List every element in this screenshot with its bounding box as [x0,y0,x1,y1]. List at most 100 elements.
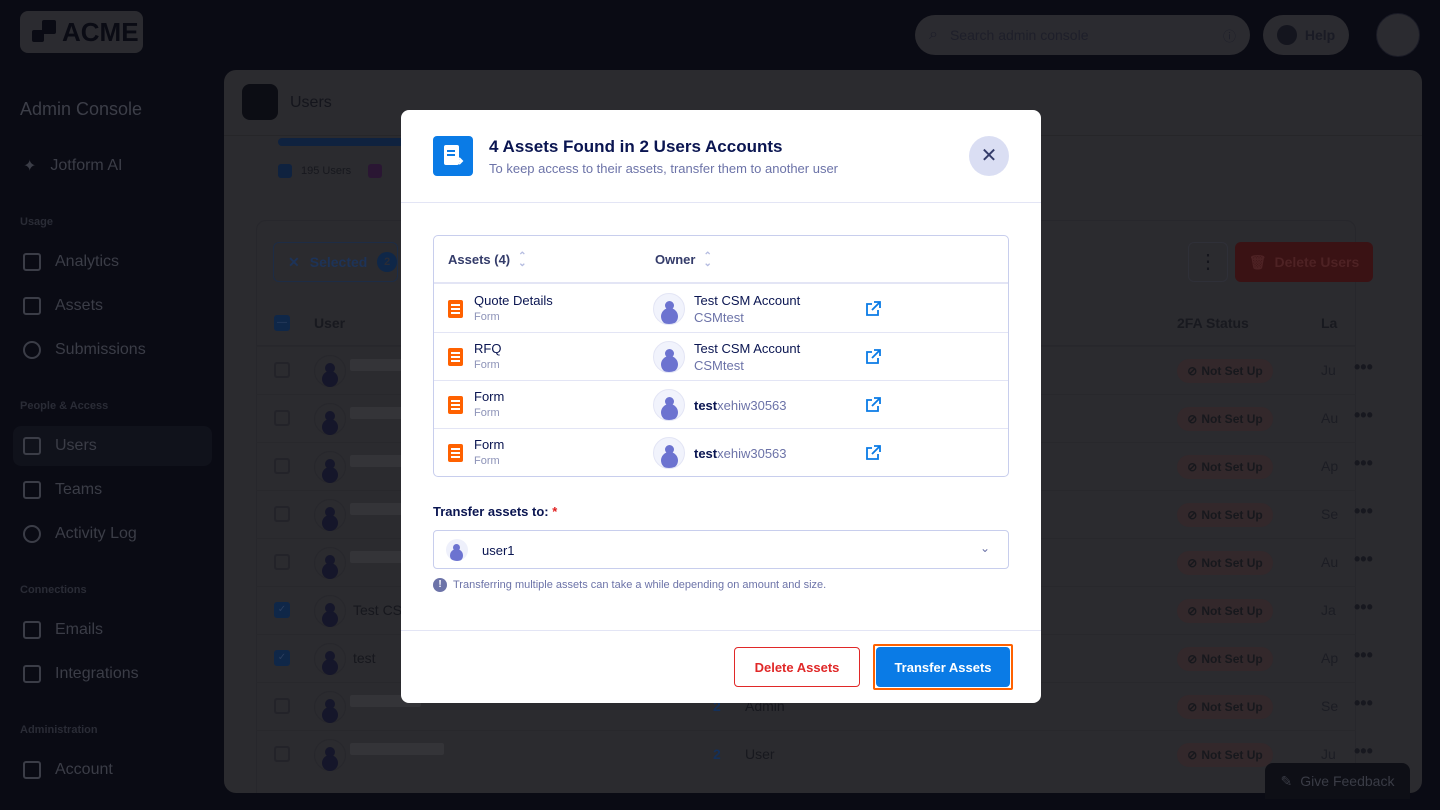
asset-name: RFQ [474,341,501,356]
row-checkbox[interactable]: ✓ [274,650,290,666]
close-button[interactable]: ✕ [969,136,1009,176]
user-avatar-icon [314,739,346,771]
row-checkbox[interactable] [274,458,290,474]
acme-logo[interactable]: ACME [20,11,143,53]
sidebar-item-users[interactable]: Users [13,426,212,466]
form-icon [448,300,463,318]
col-2fa-status[interactable]: 2FA Status [1177,315,1249,331]
row-actions-button[interactable]: ••• [1354,597,1373,618]
transfer-user-select[interactable]: user1 ⌄ [433,530,1009,569]
row-checkbox[interactable] [274,746,290,762]
delete-users-button[interactable]: 🗑Delete Users [1235,242,1373,282]
search-bar[interactable]: ⌕ Search admin console ⓘ [915,15,1250,55]
selected-user: user1 [482,543,515,558]
row-checkbox[interactable]: ✓ [274,602,290,618]
sidebar-item-jotform-ai[interactable]: ✦Jotform AI [13,146,212,186]
help-button[interactable]: Help [1263,15,1349,55]
last-login: Ju [1321,362,1336,378]
sort-icon: ⌃⌄ [703,253,711,267]
give-feedback-button[interactable]: ✎Give Feedback [1265,763,1410,799]
transfer-assets-button[interactable]: Transfer Assets [876,647,1010,687]
status-text: Not Set Up [1201,508,1262,522]
col-user[interactable]: User [314,315,345,331]
row-checkbox[interactable] [274,506,290,522]
transfer-assets-modal: 4 Assets Found in 2 Users Accounts To ke… [401,110,1041,703]
owner-username: CSMtest [694,358,744,373]
sidebar-item-analytics[interactable]: Analytics [13,242,212,282]
modal-subtitle: To keep access to their assets, transfer… [489,161,838,176]
logo-text: ACME [62,17,139,48]
more-options-button[interactable]: ⋮ [1188,242,1228,282]
row-checkbox[interactable] [274,362,290,378]
row-checkbox[interactable] [274,698,290,714]
user-name: test [353,650,376,666]
selected-count-badge: 2 [377,252,397,272]
row-actions-button[interactable]: ••• [1354,645,1373,666]
row-actions-button[interactable]: ••• [1354,357,1373,378]
last-login: Ju [1321,746,1336,762]
sidebar-item-assets[interactable]: Assets [13,286,212,326]
clear-selection-button[interactable]: ✕Selected2 [273,242,398,282]
legend-swatch [278,164,292,178]
external-link-icon[interactable] [864,444,882,462]
status-text: Not Set Up [1201,700,1262,714]
row-actions-button[interactable]: ••• [1354,549,1373,570]
col-last[interactable]: La [1321,315,1337,331]
redacted-name [350,743,444,755]
sidebar-item-integrations[interactable]: Integrations [13,654,212,694]
legend-users: 195 Users [301,165,351,177]
row-actions-button[interactable]: ••• [1354,693,1373,714]
plug-icon [23,665,41,683]
owner-username-rest: xehiw30563 [717,398,786,413]
sidebar-item-submissions[interactable]: Submissions [13,330,212,370]
external-link-icon[interactable] [864,348,882,366]
sidebar-item-label: Activity Log [55,525,137,543]
owner-username: testxehiw30563 [694,398,787,413]
row-actions-button[interactable]: ••• [1354,405,1373,426]
mail-icon [23,621,41,639]
owner-avatar [653,341,685,373]
asset-row: Quote Details Form Test CSM AccountCSMte… [434,285,1008,333]
last-login: Ap [1321,650,1338,666]
2fa-status-badge: ⊘Not Set Up [1177,407,1273,431]
chevron-down-icon: ⌄ [980,541,990,555]
asset-row: RFQ Form Test CSM AccountCSMtest [434,333,1008,381]
col-assets[interactable]: Assets (4) ⌃⌄ [448,252,527,267]
transfer-label: Transfer assets to: * [433,504,557,519]
document-transfer-icon [433,136,473,176]
sort-icon: ⌃⌄ [518,253,526,267]
status-text: Not Set Up [1201,604,1262,618]
shield-off-icon: ⊘ [1187,556,1197,570]
sidebar-item-label: Users [55,437,97,455]
sidebar-item-label: Integrations [55,665,139,683]
last-login: Au [1321,410,1338,426]
sparkle-icon: ✦ [23,156,36,176]
asset-type: Form [474,407,500,419]
sidebar-item-activity-log[interactable]: Activity Log [13,514,212,554]
table-row[interactable]: 2User ⊘Not Set Up Ju ••• [256,730,1356,778]
row-actions-button[interactable]: ••• [1354,741,1373,762]
user-avatar[interactable] [1376,13,1420,57]
status-text: Not Set Up [1201,748,1262,762]
sidebar-item-teams[interactable]: Teams [13,470,212,510]
user-avatar-icon [314,643,346,675]
row-actions-button[interactable]: ••• [1354,453,1373,474]
sidebar-item-account[interactable]: Account [13,750,212,790]
sidebar-item-emails[interactable]: Emails [13,610,212,650]
user-avatar-icon [314,691,346,723]
col-assets-label: Assets (4) [448,252,510,267]
asset-count[interactable]: 2 [713,746,721,762]
col-owner[interactable]: Owner⌃⌄ [655,252,712,267]
search-input[interactable]: Search admin console [950,27,1211,43]
user-name: Test CS [353,602,402,618]
select-all-checkbox[interactable]: — [274,315,290,331]
page-title: Users [290,94,332,112]
row-actions-button[interactable]: ••• [1354,501,1373,522]
row-checkbox[interactable] [274,554,290,570]
external-link-icon[interactable] [864,300,882,318]
delete-assets-button[interactable]: Delete Assets [734,647,860,687]
info-icon[interactable]: ⓘ [1223,26,1236,45]
shield-off-icon: ⊘ [1187,604,1197,618]
row-checkbox[interactable] [274,410,290,426]
external-link-icon[interactable] [864,396,882,414]
